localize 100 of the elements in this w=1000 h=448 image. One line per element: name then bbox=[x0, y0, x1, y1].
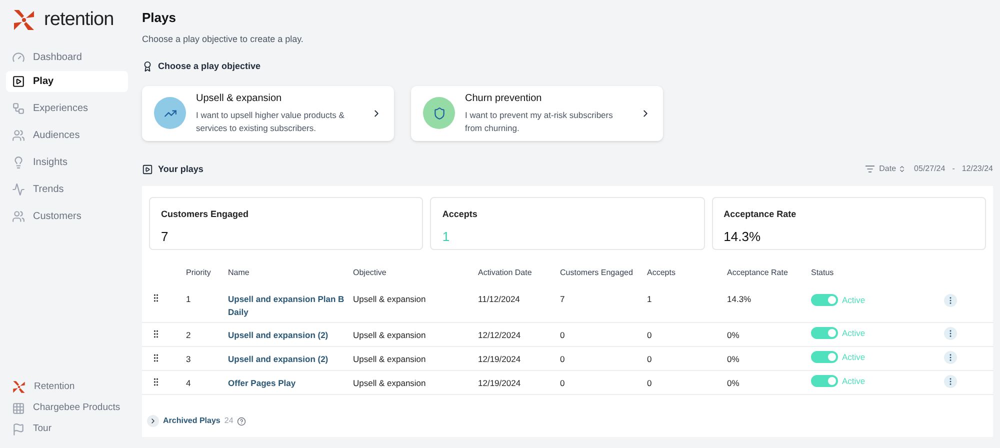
more-options-button[interactable] bbox=[944, 351, 957, 364]
sidebar-item[interactable]: Experiences bbox=[6, 98, 128, 118]
column-header: Customers Engaged bbox=[560, 267, 634, 279]
expand-button[interactable] bbox=[147, 415, 159, 427]
priority-cell-text: 1 bbox=[186, 293, 192, 306]
flag-icon bbox=[12, 422, 25, 436]
date-cell-text: 12/19/2024 bbox=[478, 353, 522, 366]
column-header: Activation Date bbox=[478, 267, 533, 279]
sidebar-item[interactable]: Play bbox=[6, 70, 128, 92]
flow-icon bbox=[12, 102, 25, 114]
objective-title: Churn prevention bbox=[465, 92, 543, 106]
column-header: Accepts bbox=[647, 267, 676, 279]
engaged-cell-text: 7 bbox=[560, 293, 566, 306]
column-header: Name bbox=[228, 267, 250, 279]
date-cell-text: 11/12/2024 bbox=[478, 293, 521, 306]
objective-cell-text: Upsell & expansion bbox=[353, 353, 427, 366]
objective-description: I want to upsell higher value products & services to existing subscribers. bbox=[196, 109, 346, 135]
date-separator: - bbox=[952, 163, 955, 176]
objective-card[interactable]: Churn prevention I want to prevent my at-risk subscribers from churning. bbox=[411, 86, 663, 140]
objective-cell-text: Upsell & expansion bbox=[353, 329, 427, 342]
priority-cell-text: 3 bbox=[186, 353, 192, 366]
page-title: Plays bbox=[142, 9, 177, 27]
status-toggle[interactable] bbox=[811, 351, 838, 364]
sidebar-item[interactable]: Dashboard bbox=[6, 46, 128, 68]
award-icon bbox=[142, 61, 153, 72]
accepts-cell-text: 0 bbox=[647, 329, 653, 342]
date-sort-button[interactable]: Date bbox=[879, 163, 906, 176]
objective-title: Upsell & expansion bbox=[196, 92, 283, 106]
section-heading: Choose a play objective bbox=[158, 60, 261, 73]
gauge-icon bbox=[12, 50, 25, 64]
archived-label[interactable]: Archived Plays bbox=[163, 415, 220, 427]
sidebar-item[interactable]: Retention bbox=[6, 378, 128, 396]
more-options-button[interactable] bbox=[944, 294, 957, 307]
priority-cell-text: 4 bbox=[186, 377, 192, 390]
objective-cell-text: Upsell & expansion bbox=[353, 377, 427, 390]
sidebar-item[interactable]: Audiences bbox=[6, 124, 128, 146]
sidebar-item[interactable]: Trends bbox=[6, 178, 128, 200]
drag-handle-icon[interactable] bbox=[151, 377, 161, 387]
date-start: 05/27/24 bbox=[914, 163, 946, 176]
stat-value: 14.3% bbox=[724, 228, 762, 246]
sidebar-item[interactable]: Insights bbox=[6, 152, 128, 172]
accepts-cell-text: 0 bbox=[647, 353, 653, 366]
sidebar-item[interactable]: Chargebee Products bbox=[6, 399, 128, 417]
play-name-link[interactable]: Upsell and expansion (2) bbox=[228, 329, 353, 342]
stat-value: 7 bbox=[161, 228, 170, 246]
priority-cell-text: 2 bbox=[186, 329, 192, 342]
drag-handle-icon[interactable] bbox=[151, 353, 161, 363]
status-label: Active bbox=[842, 294, 866, 307]
accepts-cell-text: 1 bbox=[647, 293, 653, 306]
date-cell-text: 12/12/2024 bbox=[478, 329, 522, 342]
logo-icon bbox=[12, 8, 36, 32]
status-label: Active bbox=[842, 375, 866, 388]
rate-cell-text: 0% bbox=[727, 377, 740, 390]
stat-label: Accepts bbox=[442, 208, 478, 221]
date-cell-text: 12/19/2024 bbox=[478, 377, 522, 390]
engaged-cell-text: 0 bbox=[560, 353, 566, 366]
play-name-link[interactable]: Upsell and expansion (2) bbox=[228, 353, 353, 366]
column-header: Objective bbox=[353, 267, 388, 279]
play-name-link[interactable]: Upsell and expansion Plan B Daily bbox=[228, 293, 353, 319]
objective-description: I want to prevent my at-risk subscribers from churning. bbox=[465, 109, 614, 135]
users-icon bbox=[12, 128, 25, 142]
accepts-cell-text: 0 bbox=[647, 377, 653, 390]
more-options-button[interactable] bbox=[944, 327, 957, 340]
stat-value: 1 bbox=[442, 228, 451, 246]
stat-label: Customers Engaged bbox=[161, 208, 250, 221]
sidebar-item[interactable]: Customers bbox=[6, 206, 128, 226]
page-subtitle: Choose a play objective to create a play. bbox=[142, 32, 304, 46]
more-options-button[interactable] bbox=[944, 375, 957, 388]
archived-count: 24 bbox=[224, 415, 234, 427]
filter-icon[interactable] bbox=[865, 164, 876, 174]
status-label: Active bbox=[842, 327, 866, 340]
engaged-cell-text: 0 bbox=[560, 377, 566, 390]
lightbulb-icon bbox=[12, 156, 25, 168]
grid-icon bbox=[12, 402, 25, 414]
pulse-icon bbox=[12, 182, 25, 196]
column-header: Status bbox=[811, 267, 835, 279]
help-icon[interactable] bbox=[237, 416, 246, 426]
chevron-right-icon bbox=[149, 417, 157, 425]
drag-handle-icon[interactable] bbox=[151, 293, 161, 303]
users-icon bbox=[12, 210, 25, 222]
date-end: 12/23/24 bbox=[962, 163, 993, 176]
status-toggle[interactable] bbox=[811, 294, 838, 306]
play-icon bbox=[142, 164, 153, 175]
rate-cell-text: 0% bbox=[727, 353, 740, 366]
status-toggle[interactable] bbox=[811, 327, 838, 340]
objective-card[interactable]: Upsell & expansion I want to upsell higher value products & services to existing subscribers. bbox=[142, 86, 394, 140]
objective-cell-text: Upsell & expansion bbox=[353, 293, 427, 306]
play-name-link[interactable]: Offer Pages Play bbox=[228, 377, 353, 390]
engaged-cell-text: 0 bbox=[560, 329, 566, 342]
rate-cell-text: 0% bbox=[727, 329, 740, 342]
rate-cell-text: 14.3% bbox=[727, 293, 752, 306]
stat-label: Acceptance Rate bbox=[724, 208, 798, 221]
logo-icon bbox=[12, 380, 26, 394]
column-header: Acceptance Rate bbox=[727, 267, 789, 279]
brand-name: retention bbox=[44, 8, 114, 32]
sidebar-item[interactable]: Tour bbox=[6, 420, 128, 438]
drag-handle-icon[interactable] bbox=[151, 329, 161, 339]
status-toggle[interactable] bbox=[811, 375, 838, 388]
section-heading: Your plays bbox=[158, 162, 204, 176]
play-icon bbox=[12, 74, 25, 88]
